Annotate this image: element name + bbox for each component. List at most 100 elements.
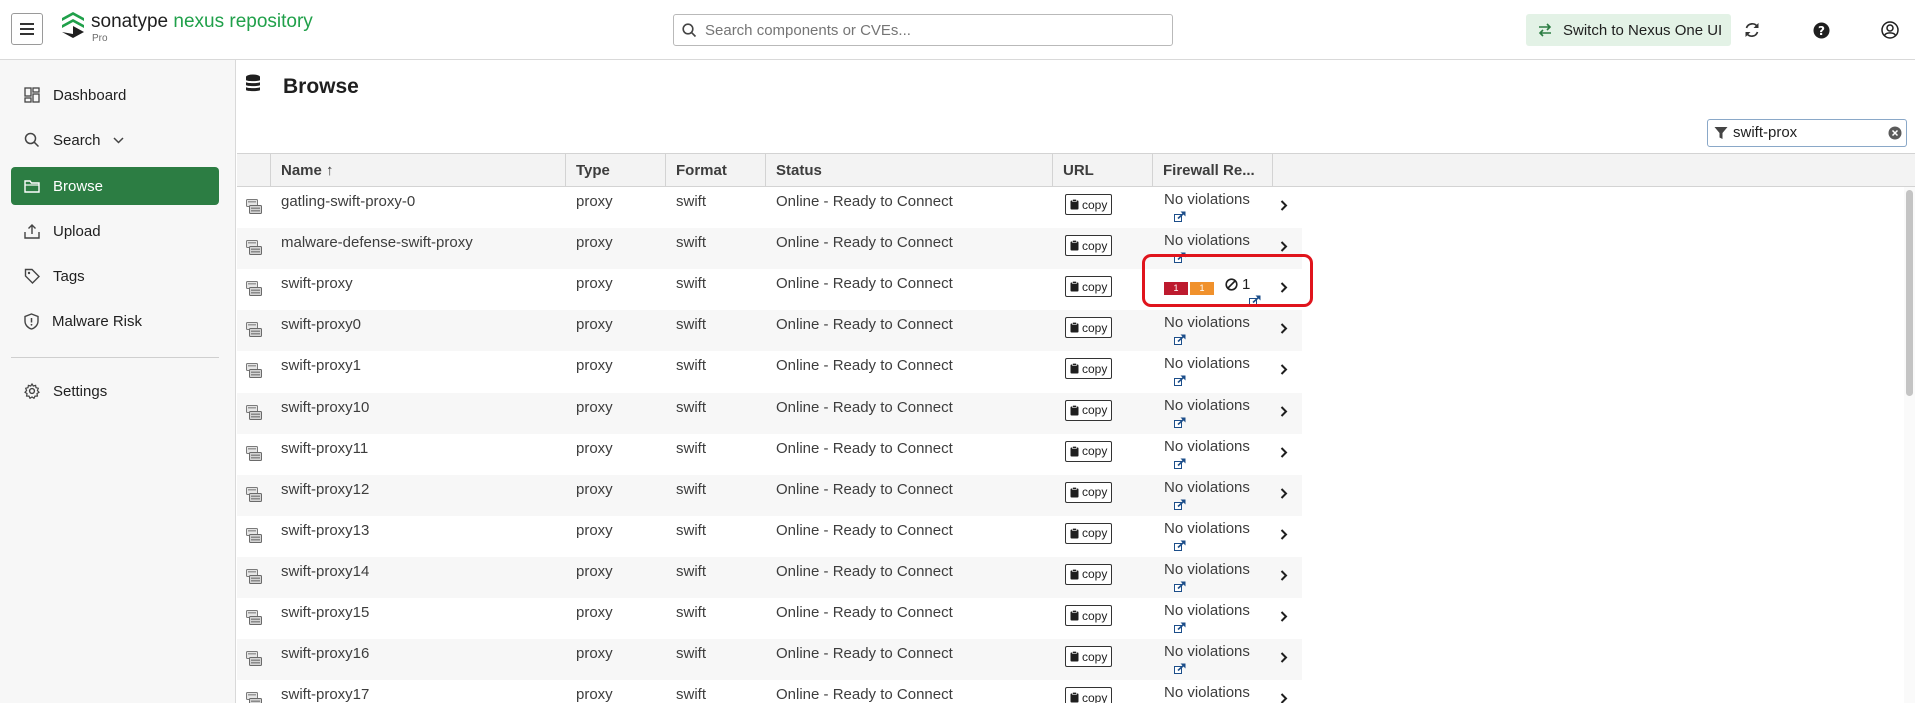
row-details-button[interactable] [1280, 609, 1288, 627]
repository-name[interactable]: swift-proxy15 [281, 604, 369, 621]
copy-url-button[interactable]: copy [1065, 605, 1113, 626]
menu-toggle-button[interactable] [11, 13, 43, 45]
row-details-button[interactable] [1280, 445, 1288, 463]
table-row[interactable]: swift-proxy0 proxy swift Online - Ready to … [237, 310, 1302, 352]
sonatype-logo-icon[interactable] [60, 10, 86, 40]
chevron-right-icon[interactable] [1280, 323, 1288, 335]
external-link-icon[interactable] [1174, 334, 1186, 346]
column-header-type[interactable]: Type [566, 154, 666, 187]
column-header-firewall[interactable]: Firewall Re... [1153, 154, 1273, 187]
help-button[interactable]: ? [1807, 16, 1835, 44]
copy-url-button[interactable]: copy [1065, 399, 1113, 421]
chevron-right-icon[interactable] [1280, 446, 1288, 458]
sidebar-item-browse[interactable]: Browse [11, 167, 219, 205]
chevron-right-icon[interactable] [1280, 364, 1288, 376]
firewall-report-link[interactable] [1174, 661, 1186, 679]
chevron-right-icon[interactable] [1280, 611, 1288, 622]
row-details-button[interactable] [1280, 404, 1288, 422]
firewall-report-link[interactable] [1174, 332, 1186, 350]
column-header-name[interactable]: Name ↑ [271, 154, 566, 187]
copy-url-button[interactable]: copy [1065, 687, 1113, 703]
copy-url-button[interactable]: copy [1065, 276, 1113, 298]
firewall-report-link[interactable] [1174, 415, 1186, 433]
repository-name[interactable]: swift-proxy12 [281, 481, 369, 498]
copy-url-button[interactable]: copy [1065, 563, 1113, 585]
repository-name[interactable]: swift-proxy10 [281, 399, 369, 416]
repository-name[interactable]: malware-defense-swift-proxy [281, 234, 473, 251]
copy-url-button[interactable]: copy [1065, 194, 1113, 215]
refresh-button[interactable] [1738, 16, 1766, 44]
repository-name[interactable]: swift-proxy17 [281, 686, 369, 703]
switch-ui-button[interactable]: Switch to Nexus One UI [1526, 14, 1731, 46]
repository-name[interactable]: swift-proxy13 [281, 522, 369, 539]
external-link-icon[interactable] [1174, 499, 1186, 510]
row-details-button[interactable] [1280, 527, 1288, 545]
table-row[interactable]: swift-proxy14 proxy swift Online - Ready to… [237, 556, 1302, 598]
firewall-report-link[interactable] [1174, 579, 1186, 597]
chevron-right-icon[interactable] [1280, 693, 1288, 703]
copy-url-button[interactable]: copy [1065, 358, 1113, 380]
repository-name[interactable]: gatling-swift-proxy-0 [281, 193, 415, 210]
chevron-right-icon[interactable] [1280, 200, 1288, 211]
external-link-icon[interactable] [1174, 417, 1186, 428]
column-header-status[interactable]: Status [766, 154, 1053, 187]
firewall-report-link[interactable] [1174, 209, 1186, 227]
chevron-right-icon[interactable] [1280, 529, 1288, 540]
external-link-icon[interactable] [1174, 663, 1186, 675]
repository-name[interactable]: swift-proxy11 [281, 440, 368, 457]
table-scrollbar-thumb[interactable] [1906, 190, 1913, 396]
repository-name[interactable]: swift-proxy0 [281, 316, 361, 333]
column-header-url[interactable]: URL [1053, 154, 1153, 187]
firewall-report-link[interactable] [1174, 497, 1186, 515]
sidebar-item-malware-risk[interactable]: Malware Risk [11, 302, 219, 340]
row-details-button[interactable] [1280, 650, 1288, 668]
repository-name[interactable]: swift-proxy14 [281, 563, 369, 580]
global-search-input[interactable] [705, 19, 1160, 41]
row-details-button[interactable] [1280, 486, 1288, 504]
table-row[interactable]: swift-proxy15 proxy swift Online - Ready to… [237, 598, 1302, 639]
row-details-button[interactable] [1280, 568, 1288, 586]
clear-filter-icon[interactable] [1888, 126, 1902, 140]
copy-url-button[interactable]: copy [1065, 317, 1113, 339]
table-row[interactable]: swift-proxy11 proxy swift Online - Ready to… [237, 434, 1302, 475]
table-row[interactable]: swift-proxy1 proxy swift Online - Ready to … [237, 351, 1302, 392]
table-row[interactable]: swift-proxy16 proxy swift Online - Ready to… [237, 639, 1302, 681]
table-row[interactable]: swift-proxy13 proxy swift Online - Ready to… [237, 516, 1302, 557]
chevron-right-icon[interactable] [1280, 487, 1288, 499]
sidebar-item-upload[interactable]: Upload [11, 212, 219, 250]
filter-input[interactable]: swift-prox [1707, 119, 1907, 147]
chevron-down-icon[interactable] [113, 136, 124, 144]
copy-url-button[interactable]: copy [1065, 440, 1113, 462]
firewall-report-link[interactable] [1174, 456, 1186, 474]
table-scrollbar[interactable] [1904, 187, 1915, 703]
firewall-report-link[interactable] [1174, 373, 1186, 391]
external-link-icon[interactable] [1174, 581, 1186, 592]
external-link-icon[interactable] [1174, 540, 1186, 551]
chevron-right-icon[interactable] [1280, 405, 1288, 417]
sidebar-item-settings[interactable]: Settings [11, 372, 219, 410]
row-details-button[interactable] [1280, 691, 1288, 703]
external-link-icon[interactable] [1174, 211, 1186, 222]
chevron-right-icon[interactable] [1280, 652, 1288, 663]
repository-name[interactable]: swift-proxy16 [281, 645, 369, 662]
external-link-icon[interactable] [1174, 375, 1186, 387]
sidebar-item-dashboard[interactable]: Dashboard [11, 76, 219, 114]
copy-url-button[interactable]: copy [1065, 481, 1113, 503]
chevron-right-icon[interactable] [1280, 241, 1288, 252]
repository-name[interactable]: swift-proxy1 [281, 357, 361, 374]
brand-name[interactable]: sonatype nexus repository [91, 11, 313, 33]
user-account-button[interactable] [1876, 16, 1904, 44]
table-row[interactable]: gatling-swift-proxy-0 proxy swift Online - … [237, 187, 1302, 228]
sidebar-item-search[interactable]: Search [11, 121, 219, 159]
row-details-button[interactable] [1280, 321, 1288, 339]
table-row[interactable]: swift-proxy17 proxy swift Online - Ready to… [237, 680, 1302, 703]
column-header-format[interactable]: Format [666, 154, 766, 187]
table-row[interactable]: swift-proxy10 proxy swift Online - Ready to… [237, 392, 1302, 434]
chevron-right-icon[interactable] [1280, 570, 1288, 581]
external-link-icon[interactable] [1174, 458, 1186, 469]
row-details-button[interactable] [1280, 362, 1288, 380]
firewall-report-link[interactable] [1174, 620, 1186, 638]
copy-url-button[interactable]: copy [1065, 235, 1113, 257]
sidebar-item-tags[interactable]: Tags [11, 257, 219, 295]
repository-name[interactable]: swift-proxy [281, 275, 353, 292]
